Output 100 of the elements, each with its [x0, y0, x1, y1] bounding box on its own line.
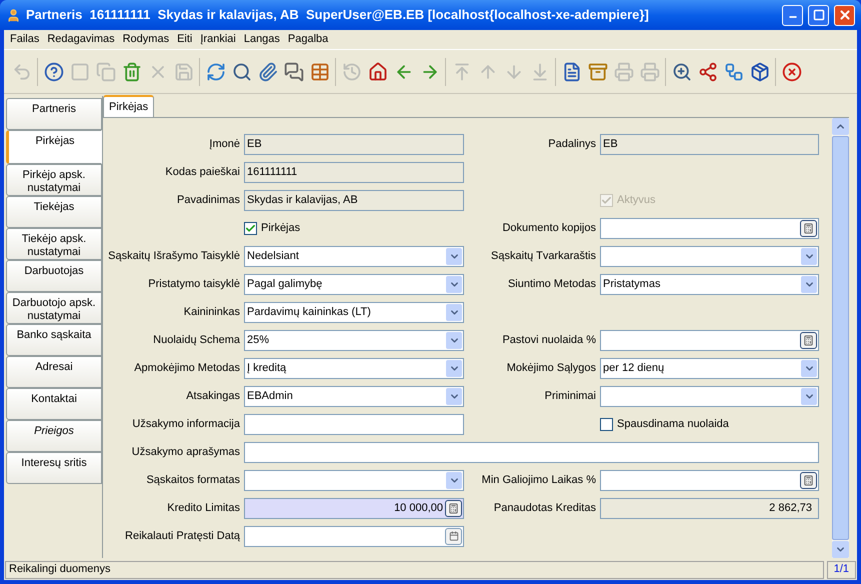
calendar-icon[interactable]: [445, 528, 462, 544]
calculator-icon[interactable]: [800, 472, 817, 488]
combo-field[interactable]: EBAdmin: [244, 386, 464, 406]
side-tab[interactable]: Darbuotojo apsk. nustatymai: [6, 292, 102, 324]
form-tab[interactable]: Pirkėjas: [103, 95, 154, 117]
help-icon: [44, 62, 64, 82]
menu-item[interactable]: Redagavimas: [43, 31, 119, 48]
side-tab[interactable]: Partneris: [6, 98, 102, 130]
paperclip-icon: [258, 62, 278, 82]
combo-field[interactable]: Nedelsiant: [244, 246, 464, 266]
package-icon: [750, 62, 770, 82]
combo-field[interactable]: [244, 470, 464, 490]
number-field[interactable]: [600, 218, 819, 238]
table-icon: [310, 62, 330, 82]
combo-field[interactable]: Į kreditą: [244, 358, 464, 378]
text-field[interactable]: [244, 442, 819, 462]
zoom-icon: [672, 62, 692, 82]
combo-field[interactable]: per 12 dienų: [600, 358, 819, 378]
number-field[interactable]: [600, 330, 819, 350]
trash-icon: [122, 62, 142, 82]
field-label: Atsakingas: [185, 388, 240, 404]
checkbox-label: Aktyvus: [617, 192, 656, 208]
copy-icon: [96, 62, 116, 82]
home-icon: [368, 62, 388, 82]
menu-item[interactable]: Pagalba: [284, 31, 332, 48]
menu-item[interactable]: Rodymas: [118, 31, 174, 48]
scroll-down-icon[interactable]: [832, 541, 849, 558]
checkbox-label: Spausdinama nuolaida: [617, 416, 729, 432]
readonly-field: EB: [244, 134, 464, 154]
side-tab[interactable]: Kontaktai: [6, 388, 102, 420]
menu-item[interactable]: Įrankiai: [196, 31, 240, 48]
menu-item[interactable]: Eiti: [173, 31, 196, 48]
field-label: Min Galiojimo Laikas %: [480, 472, 596, 488]
field-label: Kredito Limitas: [166, 500, 240, 516]
history-icon: [342, 62, 362, 82]
save-icon: [174, 62, 194, 82]
window-title: Partneris 161111111 Skydas ir kalavijas, AB SuperUser@EB.EB [localhost{localhost-xe-adempiere}]: [26, 6, 650, 24]
field-label: Dokumento kopijos: [501, 220, 596, 236]
field-label: Kodas paieškai: [164, 164, 240, 180]
printer-icon: [614, 62, 634, 82]
readonly-field: EB: [600, 134, 819, 154]
field-label: Užsakymo informacija: [131, 416, 240, 432]
text-field[interactable]: [244, 414, 464, 434]
refresh-icon: [206, 62, 226, 82]
maximize-button[interactable]: [808, 4, 829, 26]
calculator-icon[interactable]: [800, 220, 817, 236]
calculator-icon[interactable]: [800, 332, 817, 348]
field-label: Siuntimo Metodas: [506, 276, 596, 292]
undo-icon: [12, 62, 32, 82]
calculator-icon[interactable]: [445, 500, 462, 516]
field-label: Įmonė: [208, 136, 240, 152]
field-label: Panaudotas Kreditas: [492, 500, 596, 516]
user-icon: [6, 8, 21, 22]
field-label: Sąskaitos formatas: [145, 472, 240, 488]
side-tab[interactable]: Interesų sritis: [6, 452, 102, 484]
field-label: Pavadinimas: [176, 192, 240, 208]
record-counter: 1/1: [826, 560, 856, 578]
side-tab[interactable]: Tiekėjo apsk. nustatymai: [6, 228, 102, 260]
checkbox[interactable]: [244, 222, 257, 234]
printer-icon: [640, 62, 660, 82]
archive-icon: [588, 62, 608, 82]
combo-field[interactable]: Pagal galimybę: [244, 274, 464, 294]
scroll-up-icon[interactable]: [832, 118, 849, 135]
field-label: Priminimai: [544, 388, 596, 404]
close-button[interactable]: [834, 4, 855, 26]
field-label: Užsakymo aprašymas: [130, 444, 240, 460]
checkbox[interactable]: [600, 418, 613, 430]
number-field[interactable]: 10 000,00: [244, 498, 464, 518]
workflow-icon: [724, 62, 744, 82]
combo-field[interactable]: Pristatymas: [600, 274, 819, 294]
combo-field[interactable]: [600, 386, 819, 406]
side-tab[interactable]: Prieigos: [6, 420, 102, 452]
share-icon: [698, 62, 718, 82]
readonly-field: 2 862,73: [600, 498, 819, 518]
menu-item[interactable]: Failas: [6, 31, 44, 48]
side-tab[interactable]: Adresai: [6, 356, 102, 388]
checkbox-label: Pirkėjas: [261, 220, 300, 236]
minimize-button[interactable]: [782, 4, 803, 26]
menu-item[interactable]: Langas: [240, 31, 284, 48]
field-label: Apmokėjimo Metodas: [133, 360, 240, 376]
side-tab[interactable]: Pirkėjo apsk. nustatymai: [6, 164, 102, 196]
combo-field[interactable]: [600, 246, 819, 266]
field-label: Pastovi nuolaida %: [501, 332, 596, 348]
field-label: Pristatymo taisyklė: [147, 276, 240, 292]
search-icon: [232, 62, 252, 82]
field-label: Nuolaidų Schema: [152, 332, 240, 348]
combo-field[interactable]: 25%: [244, 330, 464, 350]
status-message: Reikalingi duomenys: [5, 560, 824, 578]
field-label: Sąskaitų Tvarkaraštis: [490, 248, 596, 264]
maximize-icon: [812, 9, 824, 21]
square-icon: [70, 62, 90, 82]
side-tab[interactable]: Banko sąskaita: [6, 324, 102, 356]
readonly-field: 161111111: [244, 162, 464, 182]
date-field[interactable]: [244, 526, 464, 546]
number-field[interactable]: [600, 470, 819, 490]
combo-field[interactable]: Pardavimų kaininkas (LT): [244, 302, 464, 322]
readonly-field: Skydas ir kalavijas, AB: [244, 190, 464, 210]
side-tab[interactable]: Pirkėjas: [6, 130, 102, 164]
side-tab[interactable]: Darbuotojas: [6, 260, 102, 292]
side-tab[interactable]: Tiekėjas: [6, 196, 102, 228]
